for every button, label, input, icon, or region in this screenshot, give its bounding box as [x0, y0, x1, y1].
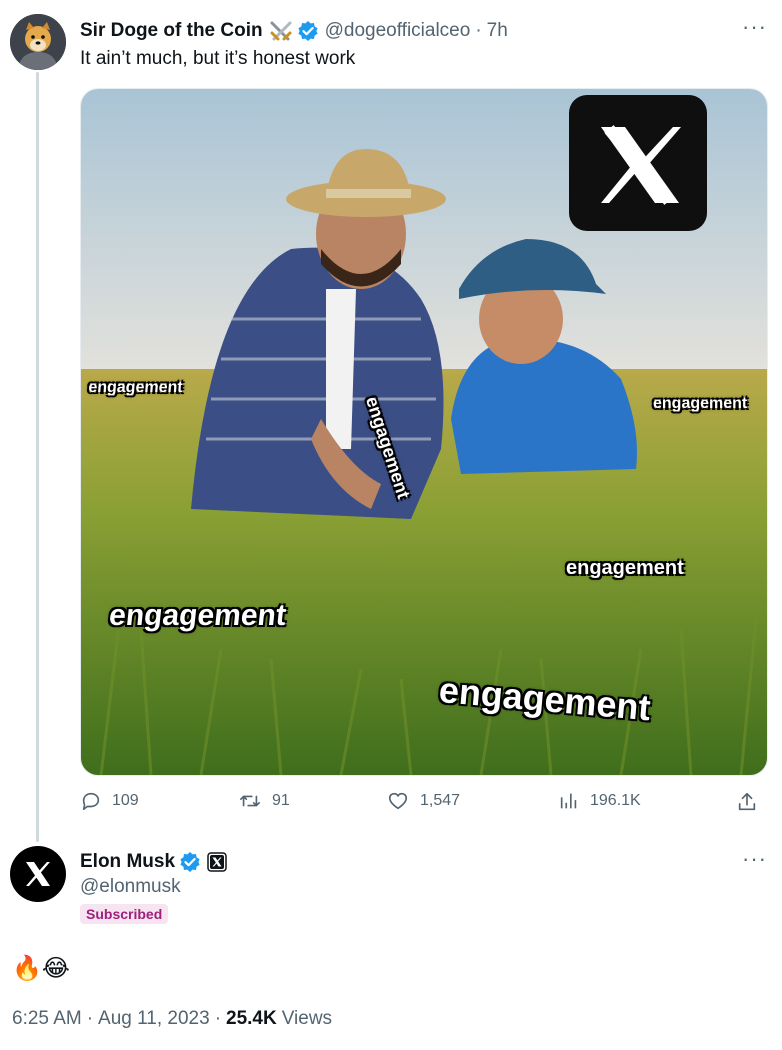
retweet-count: 91	[272, 792, 290, 809]
views-count: 196.1K	[590, 792, 641, 809]
thread-line	[36, 72, 39, 842]
tweet-text: It ain’t much, but it’s honest work	[80, 48, 356, 69]
retweet-button[interactable]: 91	[238, 790, 290, 812]
swords-icon	[269, 20, 293, 42]
meme-label-1: engagement	[87, 379, 184, 396]
subscribed-badge[interactable]: Subscribed	[80, 904, 169, 924]
tweet-timestamp[interactable]: 6:25 AM	[12, 1008, 82, 1030]
more-options-icon[interactable]: ···	[742, 14, 767, 40]
reply-author-name[interactable]: Elon Musk	[80, 851, 175, 873]
views-total: 25.4K	[226, 1008, 277, 1029]
share-icon	[738, 792, 756, 811]
meta-separator-2: ·	[214, 1008, 222, 1029]
analytics-icon	[560, 793, 577, 809]
reply-count: 109	[112, 792, 139, 809]
heart-icon	[388, 792, 408, 810]
tweet-time[interactable]: 7h	[487, 20, 508, 42]
author-name[interactable]: Sir Doge of the Coin	[80, 20, 263, 42]
reply-header: Elon Musk	[80, 849, 227, 875]
like-button[interactable]: 1,547	[386, 790, 460, 812]
reply-icon	[82, 792, 100, 811]
x-logo-icon	[26, 862, 50, 886]
reply-author-handle[interactable]: @elonmusk	[80, 876, 181, 898]
views-button[interactable]: 196.1K	[558, 790, 641, 812]
time-separator: ·	[475, 20, 482, 41]
affiliate-x-badge-icon	[207, 852, 227, 872]
meme-image	[81, 89, 767, 775]
quoted-tweet-header: Sir Doge of the Coin @dogeofficialceo · …	[80, 18, 508, 44]
author-handle[interactable]: @dogeofficialceo	[325, 20, 471, 42]
verified-badge-icon	[179, 851, 201, 873]
tweet-date[interactable]: Aug 11, 2023	[98, 1008, 210, 1030]
meme-label-4: engagement	[566, 557, 684, 579]
doge-avatar[interactable]	[10, 14, 66, 70]
meme-label-5: engagement	[107, 599, 288, 632]
tweet-media-image[interactable]: engagement engagement engagement engagem…	[80, 88, 768, 776]
reply-more-options-icon[interactable]: ···	[742, 846, 767, 872]
reply-button[interactable]: 109	[80, 790, 139, 812]
like-count: 1,547	[420, 792, 461, 809]
meme-label-3: engagement	[653, 395, 748, 412]
share-button[interactable]	[736, 790, 768, 814]
retweet-icon	[240, 795, 260, 807]
elon-avatar[interactable]	[10, 846, 66, 902]
reply-text: 🔥😂	[12, 955, 70, 982]
verified-badge-icon	[297, 20, 319, 42]
views-label: Views	[281, 1008, 333, 1029]
doge-avatar-icon	[10, 14, 66, 70]
tweet-meta: 6:25 AM · Aug 11, 2023 · 25.4K Views	[12, 1008, 332, 1030]
meta-separator-1: ·	[86, 1008, 94, 1029]
